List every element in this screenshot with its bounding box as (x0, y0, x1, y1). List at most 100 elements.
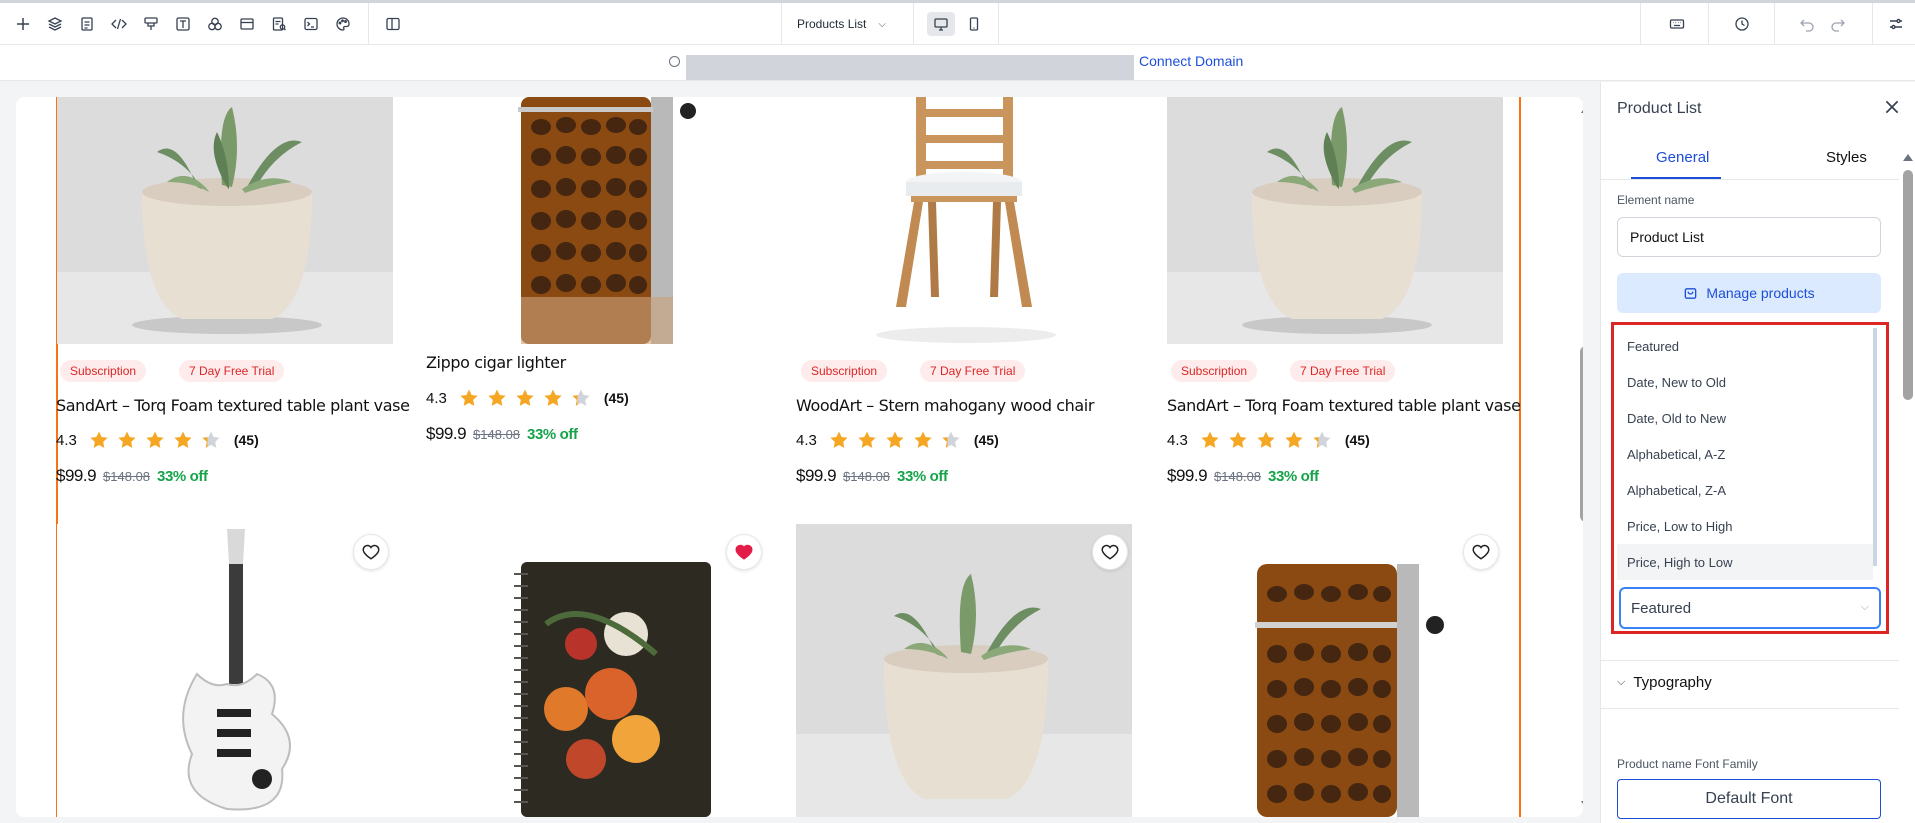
product-image-plant-pot[interactable] (796, 524, 1132, 817)
star-icon (1313, 431, 1331, 448)
manage-products-label: Manage products (1706, 285, 1815, 301)
panel-scrollbar[interactable] (1901, 152, 1915, 812)
layers-icon[interactable] (44, 13, 66, 35)
price: $99.9 (1167, 466, 1208, 485)
desktop-view-button[interactable] (927, 12, 955, 36)
settings-icon[interactable] (1885, 13, 1907, 35)
wishlist-button-active[interactable] (726, 534, 762, 570)
discount: 33% off (157, 468, 208, 485)
scroll-up-icon[interactable] (1903, 154, 1913, 161)
section-icon[interactable] (236, 13, 258, 35)
code-icon[interactable] (108, 13, 130, 35)
chevron-down-icon: ⌵ (1617, 676, 1626, 688)
product-image-notebook[interactable] (426, 524, 766, 817)
element-name-input[interactable]: Product List (1617, 217, 1881, 257)
tab-styles[interactable]: Styles (1826, 149, 1867, 166)
page-canvas: Subscription 7 Day Free Trial SandArt – … (16, 97, 1583, 817)
panel-tabs: General Styles (1601, 140, 1899, 180)
rating-value: 4.3 (1167, 431, 1188, 449)
old-price: $148.08 (473, 427, 521, 442)
scrollbar-thumb[interactable] (1580, 346, 1583, 522)
star-icon (572, 389, 590, 406)
theme-icon[interactable] (332, 13, 354, 35)
mobile-icon (969, 17, 979, 31)
redo-icon[interactable] (1827, 13, 1849, 35)
domain-field[interactable] (686, 55, 1134, 80)
font-family-button[interactable]: Default Font (1617, 779, 1881, 819)
review-count: (45) (1344, 432, 1370, 448)
typography-section-toggle[interactable]: ⌵ Typography (1617, 674, 1712, 691)
star-icon (202, 431, 220, 448)
rating-value: 4.3 (796, 431, 817, 449)
active-tab-indicator (1631, 177, 1721, 179)
product-image-plant-pot[interactable] (57, 97, 393, 344)
sort-option[interactable]: Date, Old to New (1617, 400, 1873, 436)
sort-option[interactable]: Featured (1617, 328, 1873, 364)
add-icon[interactable] (12, 13, 34, 35)
pages-icon[interactable] (76, 13, 98, 35)
sidebar-toggle-icon[interactable] (382, 13, 404, 35)
review-count: (45) (603, 390, 629, 406)
scroll-down-icon[interactable] (1581, 801, 1583, 810)
top-toolbar: Products List ⌵ (0, 0, 1915, 45)
star-icon (90, 431, 108, 448)
sort-option[interactable]: Alphabetical, Z-A (1617, 472, 1873, 508)
product-name[interactable]: Zippo cigar lighter (426, 353, 566, 372)
mobile-view-button[interactable] (960, 12, 988, 36)
product-image-lighter[interactable] (1167, 524, 1503, 817)
product-image-lighter[interactable] (426, 97, 766, 344)
product-image-chair[interactable] (796, 97, 1132, 344)
rating-value: 4.3 (56, 431, 77, 449)
keyboard-icon[interactable] (1666, 13, 1688, 35)
heart-filled-icon (735, 544, 753, 560)
sort-option[interactable]: Price, Low to High (1617, 508, 1873, 544)
product-name[interactable]: SandArt – Torq Foam textured table plant… (56, 396, 410, 415)
text-icon[interactable] (172, 13, 194, 35)
chevron-down-icon: ⌵ (878, 18, 886, 30)
chevron-down-icon: ⌵ (1860, 601, 1869, 613)
dropdown-scrollbar[interactable] (1873, 328, 1877, 566)
sort-select[interactable]: Featured ⌵ (1619, 587, 1881, 629)
sort-option-hovered[interactable]: Price, High to Low (1617, 544, 1873, 580)
terminal-icon[interactable] (300, 13, 322, 35)
desktop-icon (934, 18, 948, 31)
product-image-guitar[interactable] (57, 524, 393, 817)
price-row: $99.9 $148.08 33% off (426, 424, 578, 444)
price: $99.9 (796, 466, 837, 485)
close-icon[interactable] (1883, 98, 1901, 116)
star-icon (118, 431, 136, 448)
star-icon (174, 431, 192, 448)
star-icon (516, 389, 534, 406)
manage-products-button[interactable]: Manage products (1617, 273, 1881, 313)
undo-icon[interactable] (1796, 13, 1818, 35)
panel-title: Product List (1617, 100, 1702, 117)
product-image-plant-pot[interactable] (1167, 97, 1503, 344)
assets-icon[interactable] (204, 13, 226, 35)
tab-general[interactable]: General (1656, 149, 1709, 166)
scrollbar-thumb[interactable] (1903, 170, 1913, 400)
status-dot-icon (669, 56, 680, 67)
price-row: $99.9 $148.08 33% off (796, 466, 948, 486)
page-selector[interactable]: Products List ⌵ (782, 3, 912, 45)
history-icon[interactable] (1731, 13, 1753, 35)
typography-label: Typography (1633, 674, 1712, 691)
sort-option[interactable]: Alphabetical, A-Z (1617, 436, 1873, 472)
sort-option[interactable]: Date, New to Old (1617, 364, 1873, 400)
wishlist-button[interactable] (1463, 534, 1499, 570)
forms-icon[interactable] (268, 13, 290, 35)
rating-stars (1200, 430, 1332, 450)
guide-line-right (1519, 97, 1521, 817)
product-name[interactable]: SandArt – Torq Foam textured table plant… (1167, 396, 1521, 415)
star-icon (544, 389, 562, 406)
components-icon[interactable] (140, 13, 162, 35)
rating-stars (459, 388, 591, 408)
wishlist-button[interactable] (353, 534, 389, 570)
scroll-up-icon[interactable] (1581, 104, 1583, 113)
connect-domain-link[interactable]: Connect Domain (1139, 53, 1243, 69)
product-name[interactable]: WoodArt – Stern mahogany wood chair (796, 396, 1094, 415)
star-icon (1201, 431, 1219, 448)
font-family-label: Product name Font Family (1617, 757, 1758, 771)
canvas-scrollbar[interactable] (1576, 97, 1583, 817)
wishlist-button[interactable] (1092, 534, 1128, 570)
trial-badge: 7 Day Free Trial (179, 360, 285, 382)
